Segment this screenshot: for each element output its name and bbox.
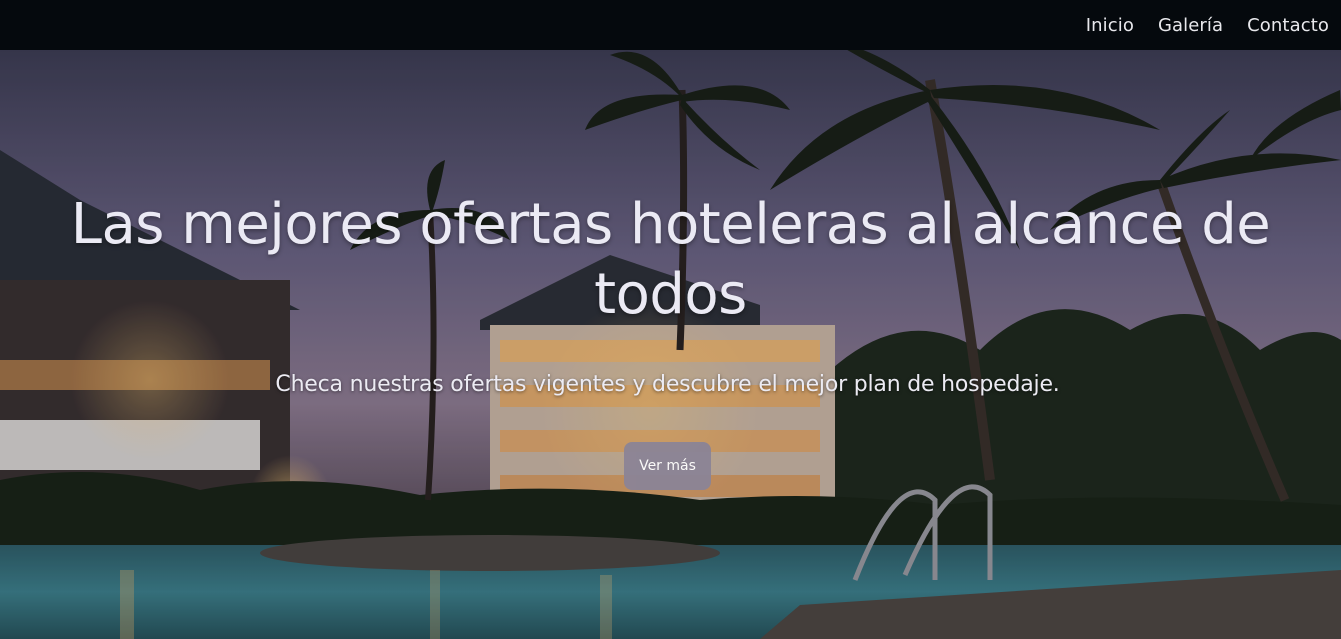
hero-title: Las mejores ofertas hoteleras al alcance… [70,192,1271,327]
hero-subtitle: Checa nuestras ofertas vigentes y descub… [275,372,1060,397]
top-navbar: Inicio Galería Contacto [0,0,1341,50]
nav-link-inicio[interactable]: Inicio [1086,15,1134,36]
nav-link-galeria[interactable]: Galería [1158,15,1223,36]
nav-link-contacto[interactable]: Contacto [1247,15,1329,36]
hero-section: Las mejores ofertas hoteleras al alcance… [0,50,1341,639]
ver-mas-button[interactable]: Ver más [624,442,711,490]
hero-content: Las mejores ofertas hoteleras al alcance… [0,50,1341,639]
